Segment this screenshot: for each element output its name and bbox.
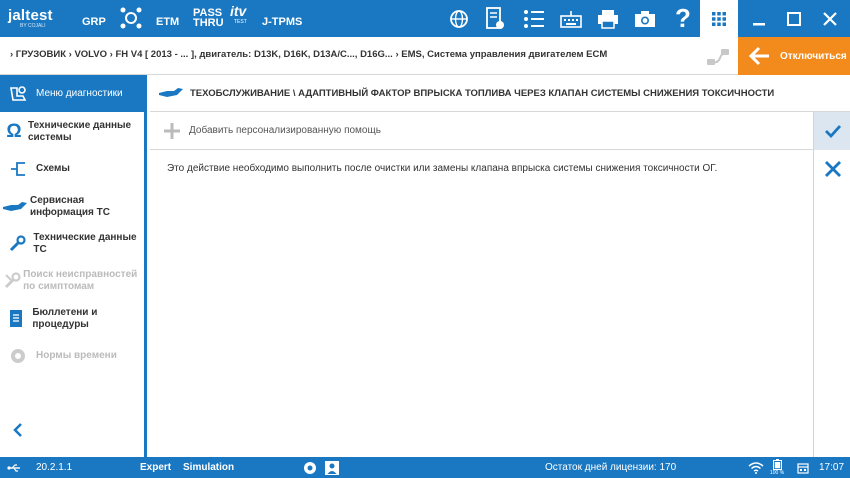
itv-button[interactable]: itv TEST bbox=[230, 3, 247, 28]
sidebar-item-label: Поиск неисправностей по симптомам bbox=[23, 269, 138, 292]
logo-subtext: BY COJALI bbox=[20, 23, 46, 29]
jaltest-logo: jaltest BY COJALI bbox=[8, 8, 68, 29]
wifi-icon bbox=[748, 457, 764, 478]
list-icon[interactable] bbox=[517, 0, 551, 37]
jtpms-label: J-TPMS bbox=[262, 16, 303, 28]
sidebar-item-schematics[interactable]: Схемы bbox=[0, 156, 144, 182]
add-help-label: Добавить персонализированную помощь bbox=[189, 125, 381, 136]
omega-icon: Ω bbox=[6, 121, 22, 142]
sidebar-item-system-tech-data[interactable]: Ω Технические данные системы bbox=[0, 117, 144, 147]
sidebar-item-label: Схемы bbox=[36, 163, 70, 174]
close-icon[interactable] bbox=[813, 0, 847, 37]
cancel-icon bbox=[824, 161, 841, 177]
clock-time: 17:07 bbox=[819, 462, 845, 473]
breadcrumb: › ГРУЗОВИК › VOLVO › FH V4 [ 2013 - ... … bbox=[0, 37, 850, 75]
sidebar-item-troubleshooting: Поиск неисправностей по симптомам bbox=[0, 261, 144, 301]
support-icon[interactable] bbox=[303, 457, 317, 478]
sidebar-item-vehicle-tech-data[interactable]: Технические данные ТС bbox=[0, 229, 144, 259]
page-title: ТЕХОБСЛУЖИВАНИЕ \ АДАПТИВНЫЙ ФАКТОР ВПРЫ… bbox=[190, 87, 775, 99]
battery-indicator: 100 % bbox=[770, 457, 784, 478]
oil-can-icon bbox=[0, 200, 30, 214]
procedure-description: Это действие необходимо выполнить после … bbox=[167, 163, 718, 174]
report-icon[interactable] bbox=[478, 0, 512, 37]
connector-icon bbox=[706, 46, 730, 68]
sidebar-item-label: Сервисная информация ТС bbox=[29, 195, 110, 218]
help-icon[interactable]: ? bbox=[666, 0, 700, 37]
sidebar-item-diagnosis-menu[interactable]: Меню диагностики bbox=[0, 75, 144, 112]
sidebar-item-label: Нормы времени bbox=[36, 350, 117, 361]
simulation-label: Simulation bbox=[183, 462, 235, 473]
schematics-icon bbox=[0, 160, 36, 178]
license-days: Остаток дней лицензии: 170 bbox=[545, 462, 677, 473]
grp-button[interactable]: GRP bbox=[82, 12, 106, 30]
add-help-row[interactable]: Добавить персонализированную помощь bbox=[150, 112, 814, 150]
itv-sublabel: TEST bbox=[234, 19, 247, 25]
printer-icon[interactable] bbox=[591, 0, 625, 37]
cancel-button[interactable] bbox=[814, 150, 850, 188]
collapse-sidebar-icon[interactable] bbox=[8, 420, 28, 440]
troubleshoot-icon bbox=[0, 272, 23, 290]
arrow-left-icon bbox=[748, 46, 770, 66]
sidebar: Меню диагностики Ω Технические данные си… bbox=[0, 75, 147, 457]
sidebar-item-label: Технические данные ТС bbox=[33, 232, 137, 255]
itv-label: itv bbox=[230, 3, 247, 19]
user-icon[interactable] bbox=[325, 457, 339, 478]
logo-text: jaltest bbox=[8, 7, 53, 24]
sidebar-item-label: Технические данные системы bbox=[27, 120, 132, 143]
sidebar-item-bulletins[interactable]: Бюллетени и процедуры bbox=[0, 304, 144, 334]
usb-icon bbox=[7, 457, 21, 478]
etm-label: ETM bbox=[156, 16, 180, 28]
disconnect-label: Отключиться bbox=[780, 50, 847, 62]
minimize-icon[interactable] bbox=[742, 0, 776, 37]
plus-icon bbox=[163, 122, 181, 140]
grp-label: GRP bbox=[82, 16, 106, 28]
vehicle-diagnosis-icon bbox=[0, 85, 36, 103]
version-label: 20.2.1.1 bbox=[36, 462, 73, 473]
camera-icon[interactable] bbox=[628, 0, 662, 37]
oil-can-icon bbox=[158, 86, 184, 100]
keyboard-icon[interactable] bbox=[554, 0, 588, 37]
network-icon[interactable] bbox=[118, 5, 144, 31]
sidebar-item-label: Бюллетени и процедуры bbox=[32, 307, 98, 330]
jtpms-button[interactable]: J-TPMS bbox=[262, 12, 302, 30]
etm-button[interactable]: ETM bbox=[156, 12, 179, 30]
pass-thru-button[interactable]: PASS THRU bbox=[193, 8, 224, 29]
sidebar-item-service-info[interactable]: Сервисная информация ТС bbox=[0, 192, 144, 222]
bulletin-icon bbox=[0, 309, 32, 329]
globe-icon[interactable] bbox=[442, 0, 476, 37]
sidebar-item-label: Меню диагностики bbox=[36, 87, 123, 99]
sidebar-item-time-norms: Нормы времени bbox=[0, 343, 144, 369]
battery-percent: 100 % bbox=[770, 470, 785, 476]
confirm-button[interactable] bbox=[814, 112, 850, 150]
disconnect-button[interactable]: Отключиться bbox=[738, 37, 850, 75]
action-column bbox=[813, 112, 850, 457]
battery-icon bbox=[772, 459, 782, 470]
time-norms-icon bbox=[0, 347, 36, 365]
wrench-icon bbox=[0, 235, 33, 253]
maximize-icon[interactable] bbox=[777, 0, 811, 37]
apps-grid-icon[interactable] bbox=[700, 0, 738, 37]
calendar-icon[interactable] bbox=[797, 457, 809, 478]
top-toolbar: jaltest BY COJALI GRP ETM PASS THRU itv … bbox=[0, 0, 850, 37]
thru-label: THRU bbox=[193, 17, 224, 29]
breadcrumb-text: › ГРУЗОВИК › VOLVO › FH V4 [ 2013 - ... … bbox=[10, 49, 608, 60]
procedure-header: ТЕХОБСЛУЖИВАНИЕ \ АДАПТИВНЫЙ ФАКТОР ВПРЫ… bbox=[150, 75, 850, 112]
status-bar: 20.2.1.1 Expert Simulation Остаток дней … bbox=[0, 457, 850, 478]
mode-label: Expert bbox=[140, 462, 172, 473]
check-icon bbox=[824, 125, 841, 139]
